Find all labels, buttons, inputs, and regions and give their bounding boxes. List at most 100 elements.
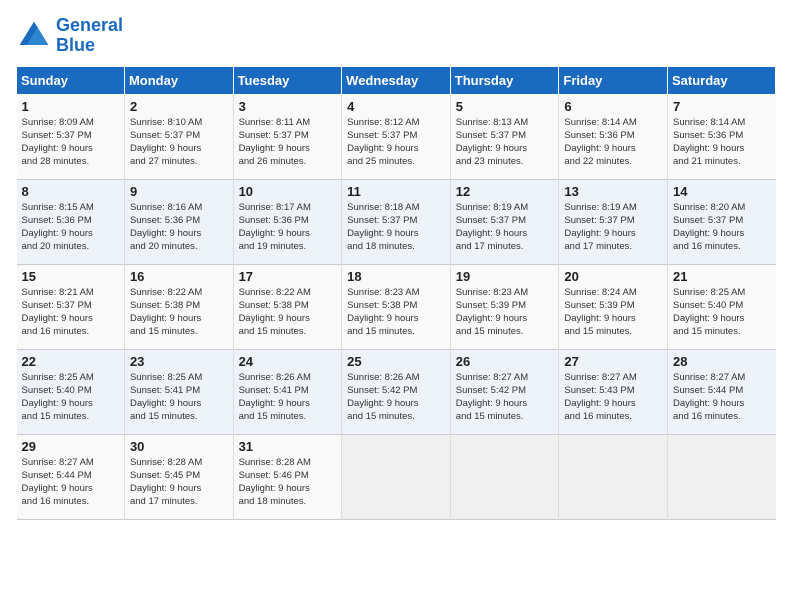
day-number: 2 — [130, 99, 229, 114]
column-header-monday: Monday — [124, 66, 233, 94]
calendar-week-row: 8 Sunrise: 8:15 AMSunset: 5:36 PMDaylight… — [17, 179, 776, 264]
cell-text: Sunrise: 8:19 AMSunset: 5:37 PMDaylight:… — [564, 201, 663, 254]
calendar-cell: 30 Sunrise: 8:28 AMSunset: 5:45 PMDayligh… — [124, 434, 233, 519]
calendar-cell — [450, 434, 559, 519]
column-header-saturday: Saturday — [668, 66, 776, 94]
calendar-week-row: 22 Sunrise: 8:25 AMSunset: 5:40 PMDayligh… — [17, 349, 776, 434]
day-number: 8 — [22, 184, 120, 199]
day-number: 10 — [239, 184, 338, 199]
day-number: 29 — [22, 439, 120, 454]
calendar-cell: 24Sunrise: 8:26 AMSunset: 5:41 PMDayligh… — [233, 349, 342, 434]
cell-text: Sunrise: 8:14 AMSunset: 5:36 PMDaylight:… — [564, 116, 663, 169]
cell-text: Sunrise: 8:23 AMSunset: 5:38 PMDaylight:… — [347, 286, 446, 339]
calendar-cell: 18 Sunrise: 8:23 AMSunset: 5:38 PMDayligh… — [342, 264, 451, 349]
cell-text: Sunrise: 8:27 AMSunset: 5:42 PMDaylight:… — [456, 371, 555, 424]
calendar-cell: 22 Sunrise: 8:25 AMSunset: 5:40 PMDayligh… — [17, 349, 125, 434]
calendar-cell: 26 Sunrise: 8:27 AMSunset: 5:42 PMDayligh… — [450, 349, 559, 434]
day-number: 24 — [239, 354, 338, 369]
cell-text: Sunrise: 8:14 AMSunset: 5:36 PMDaylight:… — [673, 116, 772, 169]
logo: General Blue — [16, 16, 123, 56]
calendar-cell: 23 Sunrise: 8:25 AMSunset: 5:41 PMDayligh… — [124, 349, 233, 434]
day-number: 25 — [347, 354, 446, 369]
cell-text: Sunrise: 8:27 AMSunset: 5:43 PMDaylight:… — [564, 371, 663, 424]
cell-text: Sunrise: 8:09 AMSunset: 5:37 PMDaylight:… — [22, 116, 120, 169]
day-number: 21 — [673, 269, 772, 284]
cell-text: Sunrise: 8:16 AMSunset: 5:36 PMDaylight:… — [130, 201, 229, 254]
calendar-table: SundayMondayTuesdayWednesdayThursdayFrid… — [16, 66, 776, 520]
cell-text: Sunrise: 8:21 AMSunset: 5:37 PMDaylight:… — [22, 286, 120, 339]
calendar-cell: 28Sunrise: 8:27 AMSunset: 5:44 PMDayligh… — [668, 349, 776, 434]
calendar-cell: 25 Sunrise: 8:26 AMSunset: 5:42 PMDayligh… — [342, 349, 451, 434]
day-number: 17 — [239, 269, 338, 284]
cell-text: Sunrise: 8:25 AMSunset: 5:40 PMDaylight:… — [22, 371, 120, 424]
day-number: 3 — [239, 99, 338, 114]
calendar-body: 1Sunrise: 8:09 AMSunset: 5:37 PMDaylight… — [17, 94, 776, 519]
column-header-friday: Friday — [559, 66, 668, 94]
calendar-cell: 15 Sunrise: 8:21 AMSunset: 5:37 PMDayligh… — [17, 264, 125, 349]
cell-text: Sunrise: 8:22 AMSunset: 5:38 PMDaylight:… — [239, 286, 338, 339]
column-header-wednesday: Wednesday — [342, 66, 451, 94]
cell-text: Sunrise: 8:26 AMSunset: 5:42 PMDaylight:… — [347, 371, 446, 424]
logo-text: General Blue — [56, 16, 123, 56]
cell-text: Sunrise: 8:27 AMSunset: 5:44 PMDaylight:… — [22, 456, 120, 509]
calendar-cell: 17 Sunrise: 8:22 AMSunset: 5:38 PMDayligh… — [233, 264, 342, 349]
day-number: 11 — [347, 184, 446, 199]
cell-text: Sunrise: 8:11 AMSunset: 5:37 PMDaylight:… — [239, 116, 338, 169]
day-number: 15 — [22, 269, 120, 284]
day-number: 14 — [673, 184, 772, 199]
day-number: 30 — [130, 439, 229, 454]
calendar-week-row: 1Sunrise: 8:09 AMSunset: 5:37 PMDaylight… — [17, 94, 776, 179]
cell-text: Sunrise: 8:25 AMSunset: 5:40 PMDaylight:… — [673, 286, 772, 339]
calendar-cell: 19 Sunrise: 8:23 AMSunset: 5:39 PMDayligh… — [450, 264, 559, 349]
cell-text: Sunrise: 8:23 AMSunset: 5:39 PMDaylight:… — [456, 286, 555, 339]
day-number: 7 — [673, 99, 772, 114]
calendar-cell: 14 Sunrise: 8:20 AMSunset: 5:37 PMDayligh… — [668, 179, 776, 264]
cell-text: Sunrise: 8:28 AMSunset: 5:46 PMDaylight:… — [239, 456, 338, 509]
calendar-cell: 27 Sunrise: 8:27 AMSunset: 5:43 PMDayligh… — [559, 349, 668, 434]
day-number: 18 — [347, 269, 446, 284]
cell-text: Sunrise: 8:28 AMSunset: 5:45 PMDaylight:… — [130, 456, 229, 509]
day-number: 22 — [22, 354, 120, 369]
cell-text: Sunrise: 8:10 AMSunset: 5:37 PMDaylight:… — [130, 116, 229, 169]
day-number: 9 — [130, 184, 229, 199]
day-number: 13 — [564, 184, 663, 199]
calendar-week-row: 15 Sunrise: 8:21 AMSunset: 5:37 PMDayligh… — [17, 264, 776, 349]
page-container: General Blue SundayMondayTuesdayWednesda… — [0, 0, 792, 528]
cell-text: Sunrise: 8:24 AMSunset: 5:39 PMDaylight:… — [564, 286, 663, 339]
calendar-cell: 20 Sunrise: 8:24 AMSunset: 5:39 PMDayligh… — [559, 264, 668, 349]
calendar-cell: 3 Sunrise: 8:11 AMSunset: 5:37 PMDaylight… — [233, 94, 342, 179]
cell-text: Sunrise: 8:18 AMSunset: 5:37 PMDaylight:… — [347, 201, 446, 254]
day-number: 26 — [456, 354, 555, 369]
cell-text: Sunrise: 8:19 AMSunset: 5:37 PMDaylight:… — [456, 201, 555, 254]
calendar-cell: 12 Sunrise: 8:19 AMSunset: 5:37 PMDayligh… — [450, 179, 559, 264]
cell-text: Sunrise: 8:12 AMSunset: 5:37 PMDaylight:… — [347, 116, 446, 169]
column-header-thursday: Thursday — [450, 66, 559, 94]
day-number: 12 — [456, 184, 555, 199]
calendar-header-row: SundayMondayTuesdayWednesdayThursdayFrid… — [17, 66, 776, 94]
calendar-cell: 29 Sunrise: 8:27 AMSunset: 5:44 PMDayligh… — [17, 434, 125, 519]
calendar-cell: 10 Sunrise: 8:17 AMSunset: 5:36 PMDayligh… — [233, 179, 342, 264]
day-number: 20 — [564, 269, 663, 284]
calendar-cell: 6Sunrise: 8:14 AMSunset: 5:36 PMDaylight… — [559, 94, 668, 179]
calendar-cell: 4 Sunrise: 8:12 AMSunset: 5:37 PMDaylight… — [342, 94, 451, 179]
cell-text: Sunrise: 8:15 AMSunset: 5:36 PMDaylight:… — [22, 201, 120, 254]
cell-text: Sunrise: 8:27 AMSunset: 5:44 PMDaylight:… — [673, 371, 772, 424]
cell-text: Sunrise: 8:13 AMSunset: 5:37 PMDaylight:… — [456, 116, 555, 169]
cell-text: Sunrise: 8:17 AMSunset: 5:36 PMDaylight:… — [239, 201, 338, 254]
day-number: 19 — [456, 269, 555, 284]
day-number: 4 — [347, 99, 446, 114]
day-number: 27 — [564, 354, 663, 369]
page-header: General Blue — [16, 16, 776, 56]
calendar-cell: 21 Sunrise: 8:25 AMSunset: 5:40 PMDayligh… — [668, 264, 776, 349]
calendar-cell — [668, 434, 776, 519]
calendar-cell: 16 Sunrise: 8:22 AMSunset: 5:38 PMDayligh… — [124, 264, 233, 349]
logo-icon — [16, 18, 52, 54]
day-number: 23 — [130, 354, 229, 369]
cell-text: Sunrise: 8:22 AMSunset: 5:38 PMDaylight:… — [130, 286, 229, 339]
calendar-cell: 2 Sunrise: 8:10 AMSunset: 5:37 PMDaylight… — [124, 94, 233, 179]
cell-text: Sunrise: 8:25 AMSunset: 5:41 PMDaylight:… — [130, 371, 229, 424]
calendar-cell — [342, 434, 451, 519]
calendar-cell: 13 Sunrise: 8:19 AMSunset: 5:37 PMDayligh… — [559, 179, 668, 264]
day-number: 16 — [130, 269, 229, 284]
cell-text: Sunrise: 8:20 AMSunset: 5:37 PMDaylight:… — [673, 201, 772, 254]
